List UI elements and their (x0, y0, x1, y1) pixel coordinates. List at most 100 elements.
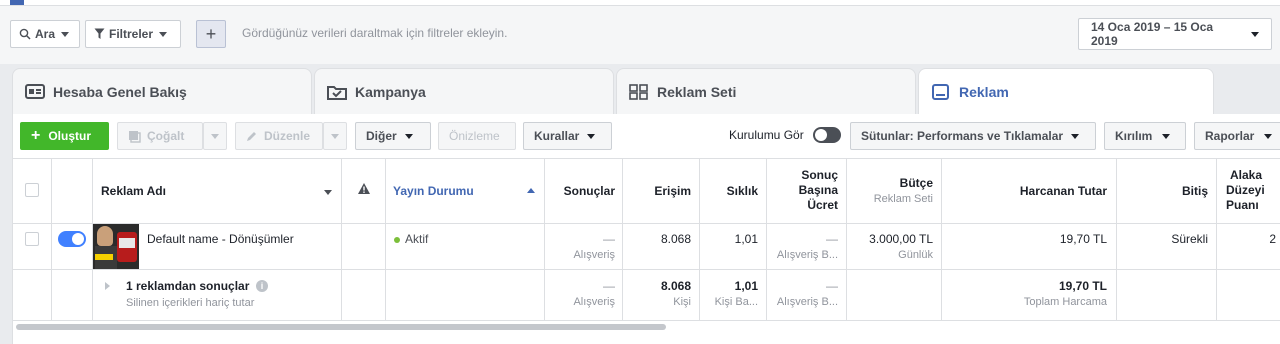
columns-button[interactable]: Sütunlar: Performans ve Tıklamalar (850, 122, 1096, 150)
reports-button[interactable]: Raporlar (1194, 122, 1280, 150)
view-setup-label: Kurulumu Gör (729, 128, 804, 142)
filter-funnel-icon (94, 28, 105, 39)
create-button[interactable]: + Oluştur (20, 122, 109, 150)
duplicate-button[interactable]: Çoğalt (117, 122, 203, 150)
header-cost-per-result-line1: Sonuç (801, 168, 838, 182)
edit-button[interactable]: Düzenle (235, 122, 323, 150)
edit-label: Düzenle (264, 129, 311, 143)
search-button[interactable]: Ara (10, 20, 80, 48)
tab-label: Kampanya (355, 83, 426, 100)
preview-label: Önizleme (449, 129, 500, 143)
breakdown-button[interactable]: Kırılım (1104, 122, 1186, 150)
header-cost-per-result[interactable]: Sonuç Başına Ücret (766, 168, 838, 213)
duplicate-icon (129, 130, 141, 143)
header-amount-spent[interactable]: Harcanan Tutar (941, 184, 1107, 198)
tab-campaign[interactable]: Kampanya (314, 68, 614, 114)
filters-label: Filtreler (109, 27, 154, 41)
delivery-status: Aktif (405, 232, 429, 246)
view-setup-toggle[interactable] (813, 127, 841, 143)
expand-arrow-icon[interactable] (105, 282, 110, 290)
summary-results-sub: Alışveriş (573, 296, 615, 308)
date-range-label: 14 Oca 2019 – 15 Oca 2019 (1091, 20, 1214, 48)
plus-icon: + (31, 127, 41, 144)
date-range-picker[interactable]: 14 Oca 2019 – 15 Oca 2019 (1078, 18, 1272, 50)
budget-sub: Günlük (898, 249, 933, 261)
summary-reach: 8.068 (660, 279, 691, 293)
chevron-down-icon (404, 133, 413, 139)
tab-label: Hesaba Genel Bakış (53, 83, 187, 100)
filters-button[interactable]: Filtreler (85, 20, 181, 48)
header-reach[interactable]: Erişim (622, 184, 691, 198)
preview-button[interactable]: Önizleme (438, 122, 516, 150)
summary-frequency: 1,01 (734, 279, 758, 293)
duplicate-dropdown[interactable] (203, 122, 227, 150)
tab-account-overview[interactable]: Hesaba Genel Bakış (12, 68, 312, 114)
sort-caret-icon[interactable] (324, 190, 332, 195)
tab-label: Reklam Seti (657, 83, 737, 100)
header-ad-name[interactable]: Reklam Adı (101, 184, 166, 198)
amount-spent-value: 19,70 TL (1059, 232, 1107, 246)
tab-label: Reklam (959, 84, 1009, 100)
reports-label: Raporlar (1205, 129, 1255, 143)
results-sub: Alışveriş (573, 249, 615, 261)
header-results[interactable]: Sonuçlar (544, 184, 615, 198)
account-overview-icon (25, 83, 45, 100)
tab-ad-set[interactable]: Reklam Seti (616, 68, 916, 114)
summary-amount-spent: 19,70 TL (1058, 279, 1107, 293)
summary-amount-spent-sub: Toplam Harcama (1023, 296, 1107, 308)
filter-hint: Gördüğünüz verileri daraltmak için filtr… (242, 26, 508, 40)
header-delivery[interactable]: Yayın Durumu (393, 184, 474, 198)
reach-value: 8.068 (660, 232, 691, 246)
more-label: Diğer (366, 129, 397, 143)
header-cost-per-result-line3: Ücret (807, 198, 838, 212)
ad-set-grid-icon (629, 83, 649, 100)
horizontal-scrollbar[interactable] (16, 324, 666, 330)
frequency-value: 1,01 (734, 232, 758, 246)
create-label: Oluştur (48, 129, 92, 143)
chevron-down-icon (587, 133, 596, 139)
add-filter-button[interactable]: + (196, 20, 226, 48)
ad-icon (931, 84, 951, 100)
toolbar: + Oluştur Çoğalt Düzenle Diğer Önizleme … (12, 114, 1280, 158)
rules-button[interactable]: Kurallar (523, 122, 612, 150)
header-ends[interactable]: Bitiş (1116, 184, 1208, 198)
header-budget[interactable]: Bütçe (846, 176, 933, 190)
tab-ad[interactable]: Reklam (918, 68, 1214, 115)
breakdown-label: Kırılım (1115, 129, 1153, 143)
summary-results: — (603, 279, 615, 293)
warning-icon[interactable] (357, 182, 371, 195)
relevance-score-value: 2 (1269, 232, 1276, 246)
chevron-down-icon (1264, 133, 1273, 139)
toggle-knob (815, 129, 827, 141)
select-all-checkbox[interactable] (25, 183, 39, 197)
summary-reach-sub: Kişi (673, 296, 691, 308)
sort-ascending-icon[interactable] (527, 188, 535, 193)
row-checkbox[interactable] (25, 232, 39, 246)
header-cost-per-result-line2: Başına (798, 183, 838, 197)
more-button[interactable]: Diğer (355, 122, 431, 150)
ends-value: Sürekli (1171, 232, 1208, 246)
plus-icon: + (205, 23, 217, 44)
summary-cost-per-result-sub: Alışveriş B... (776, 296, 838, 308)
header-frequency[interactable]: Sıklık (699, 184, 758, 198)
search-icon (19, 28, 31, 40)
edit-dropdown[interactable] (323, 122, 347, 150)
ad-status-toggle[interactable] (58, 231, 86, 247)
chevron-down-icon (1251, 31, 1259, 37)
ad-name[interactable]: Default name - Dönüşümler (147, 232, 294, 246)
info-icon[interactable]: i (256, 280, 268, 292)
header-relevance-score[interactable]: Alaka Düzeyi Puanı (1226, 168, 1265, 213)
chevron-down-icon (1071, 133, 1080, 139)
pencil-icon (247, 132, 256, 141)
cost-per-result-sub: Alışveriş B... (776, 249, 838, 261)
budget-value[interactable]: 3.000,00 TL (846, 232, 933, 246)
ad-thumbnail[interactable] (93, 224, 139, 269)
chevron-down-icon (211, 133, 219, 139)
top-active-indicator (10, 0, 24, 5)
filter-bar: Ara Filtreler + Gördüğünüz verileri dara… (0, 6, 1280, 64)
header-relevance-line1: Alaka (1230, 168, 1263, 182)
duplicate-label: Çoğalt (147, 129, 185, 143)
summary-subtitle: Silinen içerikleri hariç tutar (126, 297, 255, 309)
columns-label: Sütunlar: Performans ve Tıklamalar (861, 129, 1064, 143)
campaign-folder-icon (327, 84, 347, 100)
